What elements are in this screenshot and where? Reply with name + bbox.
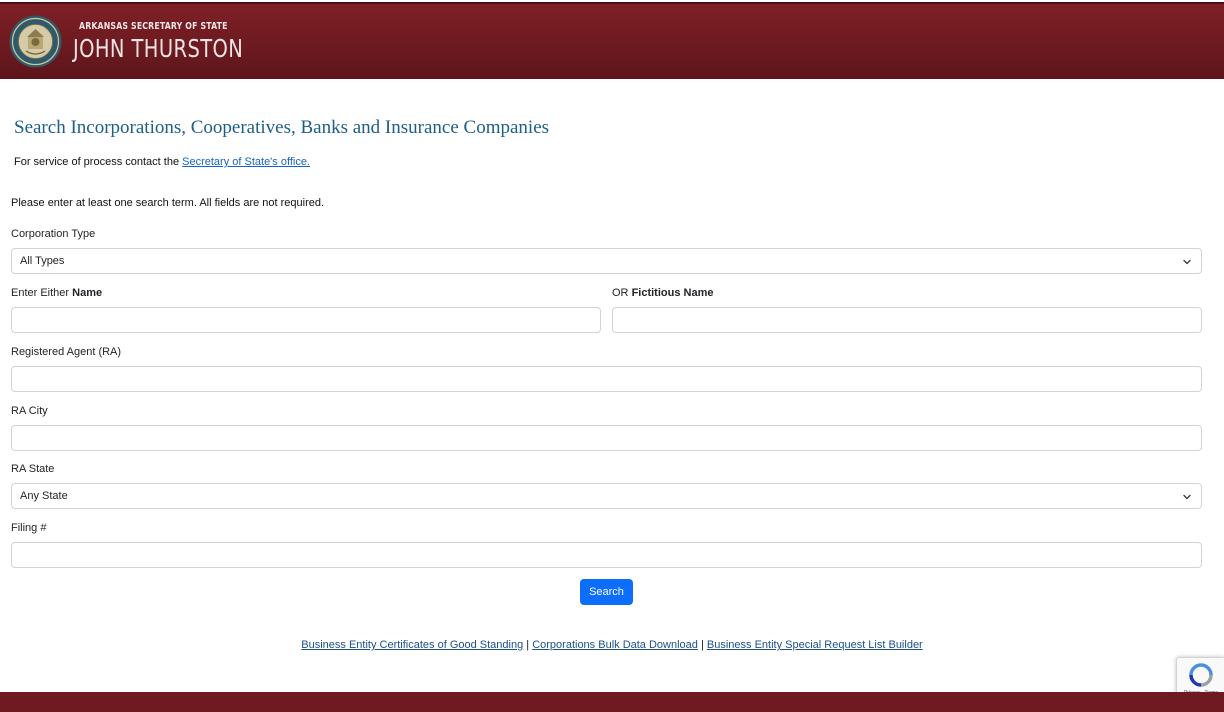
name-label-bold: Name bbox=[72, 287, 103, 299]
filing-number-input[interactable] bbox=[11, 542, 1202, 568]
name-label: Enter Either Name bbox=[11, 287, 102, 299]
fictitious-name-label: OR Fictitious Name bbox=[612, 287, 713, 299]
fictitious-name-input[interactable] bbox=[612, 307, 1202, 333]
page-title: Search Incorporations, Cooperatives, Ban… bbox=[14, 117, 550, 138]
footer-separator: | bbox=[697, 639, 707, 651]
header-official-name: JOHN THURSTON bbox=[73, 34, 244, 63]
header-subtitle: ARKANSAS SECRETARY OF STATE bbox=[79, 21, 228, 32]
registered-agent-label: Registered Agent (RA) bbox=[11, 346, 122, 358]
ra-state-value: Any State bbox=[20, 490, 68, 502]
state-seal-icon bbox=[9, 15, 62, 68]
secretary-of-state-office-link[interactable]: Secretary of State's office. bbox=[182, 156, 310, 168]
chevron-down-icon bbox=[1183, 494, 1191, 500]
name-label-prefix: Enter Either bbox=[11, 287, 73, 299]
fictitious-label-prefix: OR bbox=[612, 287, 632, 299]
site-header: ARKANSAS SECRETARY OF STATE JOHN THURSTO… bbox=[0, 2, 1224, 79]
ra-city-input[interactable] bbox=[11, 425, 1202, 451]
fictitious-label-bold: Fictitious Name bbox=[631, 287, 714, 299]
search-instructions: Please enter at least one search term. A… bbox=[11, 197, 325, 209]
filing-number-label: Filing # bbox=[11, 522, 47, 534]
ra-state-label: RA State bbox=[11, 463, 55, 475]
site-footer-bar bbox=[0, 692, 1224, 712]
special-request-list-builder-link[interactable]: Business Entity Special Request List Bui… bbox=[707, 639, 923, 651]
service-of-process-text: For service of process contact the Secre… bbox=[14, 156, 310, 168]
corporation-type-value: All Types bbox=[20, 255, 65, 267]
recaptcha-icon bbox=[1189, 663, 1213, 687]
search-button[interactable]: Search bbox=[580, 579, 633, 605]
ra-state-select[interactable]: Any State bbox=[11, 483, 1202, 509]
ra-city-label: RA City bbox=[11, 405, 48, 417]
bulk-data-download-link[interactable]: Corporations Bulk Data Download bbox=[532, 639, 698, 651]
footer-links: Business Entity Certificates of Good Sta… bbox=[0, 639, 1224, 651]
registered-agent-input[interactable] bbox=[11, 366, 1202, 392]
corporation-type-select[interactable]: All Types bbox=[11, 248, 1202, 274]
corporation-type-label: Corporation Type bbox=[11, 228, 96, 240]
certificates-of-good-standing-link[interactable]: Business Entity Certificates of Good Sta… bbox=[301, 639, 523, 651]
service-text: For service of process contact the bbox=[14, 156, 183, 168]
name-input[interactable] bbox=[11, 307, 601, 333]
chevron-down-icon bbox=[1183, 259, 1191, 265]
footer-separator: | bbox=[523, 639, 533, 651]
